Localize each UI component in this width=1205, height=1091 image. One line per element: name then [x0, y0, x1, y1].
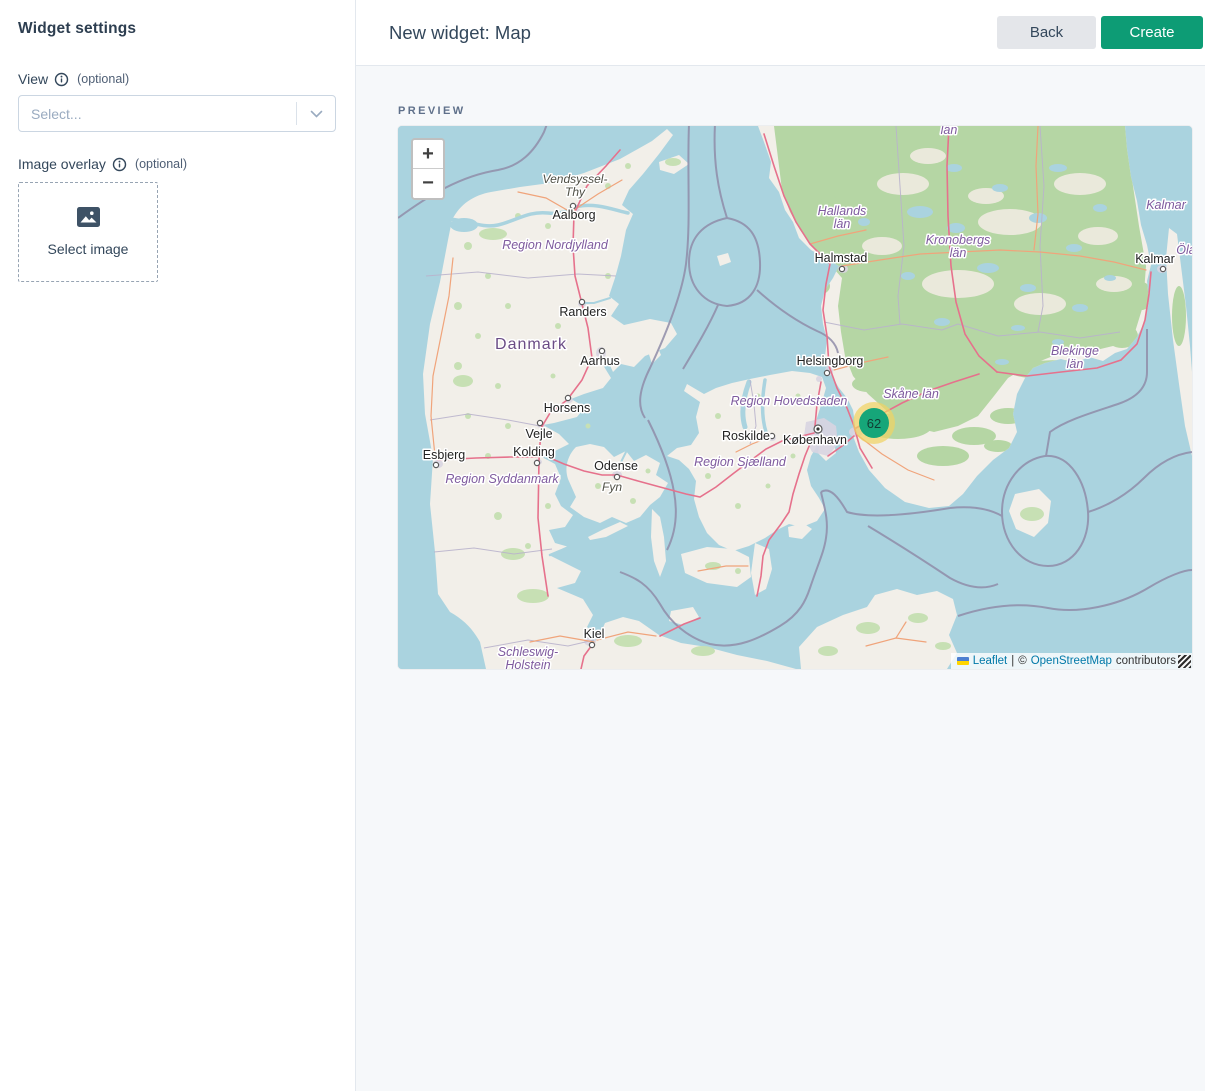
- city-marker: [537, 420, 542, 425]
- resize-grip-icon[interactable]: [1178, 655, 1191, 668]
- region-label: Öla: [1176, 243, 1192, 257]
- region-label: län: [941, 126, 958, 137]
- city-label: Kolding: [513, 445, 555, 459]
- main-area: New widget: Map Back Create PREVIEW: [356, 0, 1205, 1091]
- city-label: Odense: [594, 459, 638, 473]
- content-area: PREVIEW: [356, 66, 1205, 669]
- city-marker: [579, 299, 584, 304]
- region-label: Skåne län: [883, 387, 939, 401]
- map-attribution: Leaflet | © OpenStreetMap contributors: [951, 653, 1192, 669]
- region-label: Region Nordjylland: [502, 238, 609, 252]
- town-marker-dot: [816, 427, 819, 430]
- ukraine-flag-icon: [957, 657, 969, 665]
- city-marker: [433, 462, 438, 467]
- city-marker: [769, 433, 774, 438]
- city-marker: [1160, 266, 1165, 271]
- osm-link[interactable]: OpenStreetMap: [1031, 655, 1112, 667]
- city-marker: [599, 348, 604, 353]
- info-icon[interactable]: [112, 157, 127, 172]
- select-image-label: Select image: [48, 241, 129, 257]
- info-icon[interactable]: [54, 72, 69, 87]
- region-label: Schleswig-Holstein: [498, 645, 558, 669]
- select-image-button[interactable]: Select image: [18, 182, 158, 282]
- forest-layer-oland: [1172, 286, 1186, 346]
- leaflet-link[interactable]: Leaflet: [973, 655, 1008, 667]
- city-marker: [614, 474, 619, 479]
- image-overlay-optional-label: (optional): [135, 157, 187, 171]
- city-label: Horsens: [544, 401, 591, 415]
- city-label: København: [783, 433, 847, 447]
- chevron-down-icon: [297, 110, 335, 118]
- city-label: Aalborg: [552, 208, 595, 222]
- panel-title: Widget settings: [18, 20, 337, 38]
- image-overlay-label: Image overlay: [18, 156, 106, 172]
- view-field: View (optional) Select...: [18, 71, 337, 132]
- city-marker: [565, 395, 570, 400]
- header-actions: Back Create: [997, 16, 1203, 49]
- city-marker: [824, 370, 829, 375]
- image-icon: [77, 207, 100, 232]
- country-label: Danmark: [495, 336, 567, 353]
- limfjord-lagoon: [450, 218, 478, 232]
- region-label: Region Hovedstaden: [731, 394, 848, 408]
- zoom-in-button[interactable]: +: [413, 140, 443, 169]
- image-overlay-field: Image overlay (optional) Select image: [18, 156, 337, 282]
- header: New widget: Map Back Create: [356, 0, 1205, 66]
- attribution-divider: |: [1011, 655, 1014, 667]
- view-optional-label: (optional): [77, 72, 129, 86]
- city-marker: [839, 266, 844, 271]
- city-marker: [589, 642, 594, 647]
- map-preview[interactable]: Region Nordjylland Region Hovedstaden Regi…: [398, 126, 1192, 669]
- attribution-suffix: contributors: [1116, 655, 1176, 667]
- map-canvas: Region Nordjylland Region Hovedstaden Regi…: [398, 126, 1192, 669]
- city-label: Esbjerg: [423, 448, 465, 462]
- city-label: Helsingborg: [797, 354, 864, 368]
- view-select-placeholder: Select...: [19, 106, 296, 122]
- page-title: New widget: Map: [389, 22, 997, 44]
- zoom-out-button[interactable]: −: [413, 169, 443, 198]
- subregion-label: Fyn: [602, 480, 622, 494]
- preview-label: PREVIEW: [398, 105, 1192, 117]
- widget-settings-panel: Widget settings View (optional) Select..…: [0, 0, 356, 1091]
- create-button[interactable]: Create: [1101, 16, 1203, 49]
- marker-cluster-count: 62: [859, 408, 889, 438]
- marker-cluster[interactable]: 62: [853, 402, 895, 444]
- city-label: Kiel: [584, 627, 605, 641]
- app-window: Widget settings View (optional) Select..…: [0, 0, 1205, 1091]
- city-label: Halmstad: [815, 251, 868, 265]
- attribution-copyright: ©: [1018, 655, 1026, 667]
- city-label: Aarhus: [580, 354, 620, 368]
- city-marker: [534, 460, 539, 465]
- view-select[interactable]: Select...: [18, 95, 336, 132]
- city-label: Randers: [559, 305, 606, 319]
- city-label: Kalmar: [1135, 252, 1175, 266]
- map-zoom-control: + −: [411, 138, 445, 200]
- back-button[interactable]: Back: [997, 16, 1096, 49]
- city-label: Roskilde: [722, 429, 770, 443]
- region-label: Kalmar: [1146, 198, 1186, 212]
- city-label: Vejle: [525, 427, 552, 441]
- region-label: Region Syddanmark: [445, 472, 559, 486]
- view-label: View: [18, 71, 48, 87]
- region-label: Region Sjælland: [694, 455, 787, 469]
